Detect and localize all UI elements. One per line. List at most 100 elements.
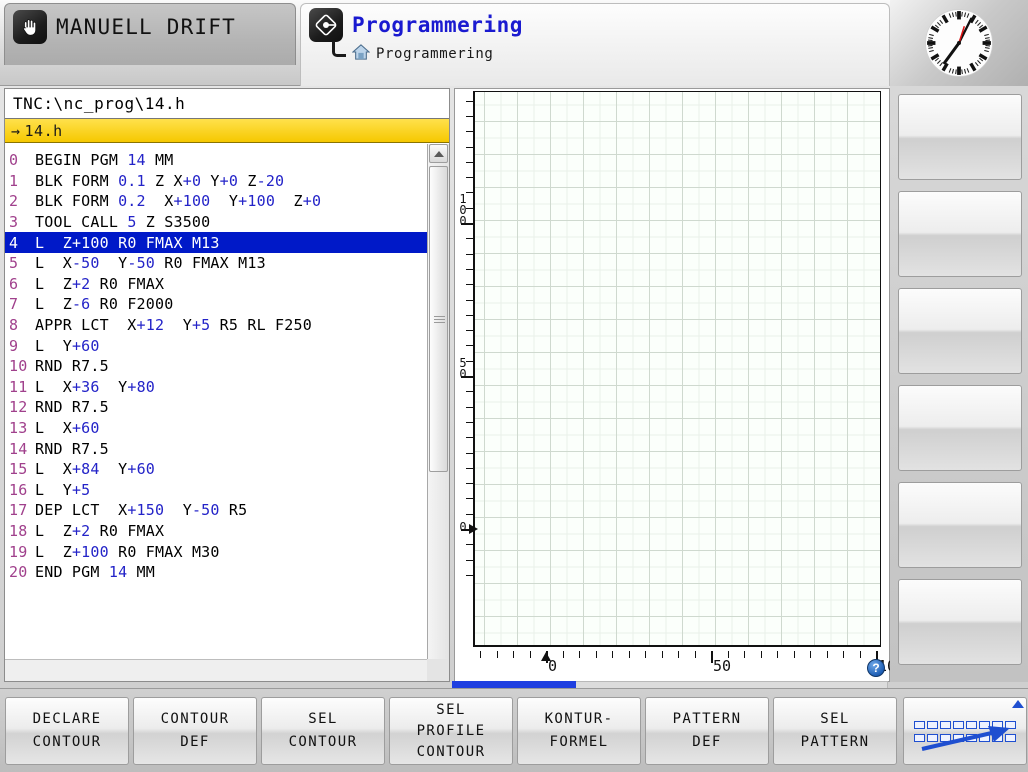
vertical-softkey-2[interactable] (898, 191, 1022, 277)
program-line-token: L X (35, 377, 72, 396)
program-line-token: +0 (219, 171, 239, 190)
y-axis-tick (466, 421, 473, 423)
y-axis-tick (466, 131, 473, 133)
program-line-number: 1 (9, 171, 19, 190)
plot-area[interactable] (473, 91, 881, 647)
program-line[interactable]: 8 APPR LCT X +12 Y +5 R5 RL F250 (5, 315, 427, 336)
softkey-kontur-formel[interactable]: KONTUR- FORMEL (517, 697, 641, 765)
mode-tab-manual-operation[interactable]: MANUELL DRIFT (4, 3, 296, 65)
program-line[interactable]: 19 L Z +100 R0 FMAX M30 (5, 541, 427, 562)
program-line[interactable]: 20 END PGM 14 MM (5, 562, 427, 583)
program-line-number: 20 (9, 563, 28, 582)
scrollbar-thumb[interactable] (429, 166, 448, 472)
program-line-token: +2 (71, 274, 91, 293)
program-line[interactable]: 18 L Z +2 R0 FMAX (5, 521, 427, 542)
program-line[interactable]: 2 BLK FORM 0.2 X +100 Y +100 Z +0 (5, 191, 427, 212)
program-line-token: +100 (71, 233, 109, 252)
program-line-token: DEP LCT X (35, 501, 128, 520)
y-axis-tick (466, 253, 473, 255)
arrow-right-icon: → (11, 121, 21, 140)
program-line[interactable]: 6 L Z +2 R0 FMAX (5, 274, 427, 295)
program-line-token: L Y (35, 480, 72, 499)
program-line-number: 11 (9, 377, 28, 396)
x-axis-tick (595, 651, 597, 658)
program-line-token: RND R7.5 (35, 398, 109, 417)
program-line-token: R5 RL F250 (210, 316, 312, 335)
help-icon[interactable]: ? (867, 659, 885, 677)
softkey-label-line: CONTOUR (160, 711, 230, 727)
softkey-sel-profile-contour[interactable]: SEL PROFILE CONTOUR (389, 697, 513, 765)
vertical-softkey-5[interactable] (898, 482, 1022, 568)
program-line-token: L Z (35, 233, 72, 252)
program-line-number: 9 (9, 336, 19, 355)
program-line-token: R0 FMAX M13 (155, 254, 266, 273)
program-line-token: APPR LCT X (35, 316, 137, 335)
program-line[interactable]: 10 RND R7.5 (5, 356, 427, 377)
program-line-token: RND R7.5 (35, 439, 109, 458)
chevron-up-icon (433, 150, 444, 157)
softkey-declare-contour[interactable]: DECLARE CONTOUR (5, 697, 129, 765)
y-axis-tick (466, 238, 473, 240)
softkey-label-line: PATTERN (672, 711, 742, 727)
program-line-token: L Z (35, 521, 72, 540)
program-line[interactable]: 12 RND R7.5 (5, 397, 427, 418)
program-line[interactable]: 3 TOOL CALL 5 Z S3500 (5, 212, 427, 233)
y-axis-tick (466, 299, 473, 301)
scroll-up-button[interactable] (429, 144, 448, 163)
softkey-label-line: CONTOUR (32, 734, 102, 750)
program-line-token: BEGIN PGM (35, 151, 128, 170)
mode-tab-programming[interactable]: Programmering Programmering (300, 3, 890, 86)
x-axis-tick (744, 651, 745, 658)
program-line[interactable]: 0 BEGIN PGM 14 MM (5, 150, 427, 171)
program-line-token: END PGM (35, 563, 109, 582)
softkey-pattern-def[interactable]: PATTERN DEF (645, 697, 769, 765)
program-line-token: +100 (238, 192, 276, 211)
program-line-token: +0 (182, 171, 202, 190)
program-line[interactable]: 11 L X +36 Y +80 (5, 377, 427, 398)
y-axis-tick (466, 559, 473, 561)
mode-tab-manual-label: MANUELL DRIFT (56, 15, 236, 39)
active-file-tab[interactable]: → 14.h (5, 119, 449, 143)
program-line-token: Y (99, 254, 128, 273)
x-axis-origin-arrow-icon (541, 652, 551, 661)
softkey-label-line: PATTERN (800, 734, 870, 750)
softkey-sel-pattern[interactable]: SEL PATTERN (773, 697, 897, 765)
program-line-number: 17 (9, 501, 28, 520)
program-horizontal-scrollbar[interactable] (5, 659, 427, 681)
program-line-token: L X (35, 460, 72, 479)
program-line-number: 10 (9, 357, 28, 376)
triangle-up-icon (1012, 700, 1024, 708)
program-line[interactable]: 15 L X +84 Y +60 (5, 459, 427, 480)
softkey-contour-def[interactable]: CONTOUR DEF (133, 697, 257, 765)
x-axis-tick (579, 651, 580, 658)
program-line[interactable]: 13 L X +60 (5, 418, 427, 439)
program-line[interactable]: 17 DEP LCT X +150 Y -50 R5 (5, 500, 427, 521)
program-line-token: L X (35, 419, 72, 438)
softkey-label-line: FORMEL (549, 734, 609, 750)
program-vertical-scrollbar[interactable] (427, 144, 449, 679)
softkey-switch-softkey-row[interactable] (903, 697, 1027, 765)
program-line-number: 14 (9, 439, 28, 458)
graphics-preview-pane[interactable]: 100500 050100 ? (454, 88, 1020, 682)
program-line-token: +2 (71, 521, 91, 540)
softkey-label-line: PROFILE (416, 722, 486, 739)
x-axis-tick (859, 651, 861, 658)
vertical-softkey-6[interactable] (898, 579, 1022, 665)
softkey-sel-contour[interactable]: SEL CONTOUR (261, 697, 385, 765)
program-line[interactable]: 7 L Z -6 R0 F2000 (5, 294, 427, 315)
program-line-number: 19 (9, 542, 28, 561)
vertical-softkey-4[interactable] (898, 385, 1022, 471)
program-line[interactable]: 5L X -50 Y -50 R0 FMAX M13 (5, 253, 427, 274)
program-line[interactable]: 14 RND R7.5 (5, 438, 427, 459)
program-line-list[interactable]: 0 BEGIN PGM 14 MM 1 BLK FORM 0.1 Z X +0 Y +0 … (5, 144, 427, 659)
x-axis-tick (612, 651, 613, 658)
program-line-token: +0 (302, 192, 322, 211)
program-line[interactable]: 4 L Z +100 R0 FMAX M13 (5, 232, 427, 253)
program-line[interactable]: 9 L Y +60 (5, 335, 427, 356)
y-axis-tick-label: 50 (459, 356, 467, 381)
program-line[interactable]: 16 L Y +5 (5, 480, 427, 501)
program-line[interactable]: 1 BLK FORM 0.1 Z X +0 Y +0 Z -20 (5, 171, 427, 192)
vertical-softkey-3[interactable] (898, 288, 1022, 374)
vertical-softkey-1[interactable] (898, 94, 1022, 180)
program-line-token: L Z (35, 542, 72, 561)
